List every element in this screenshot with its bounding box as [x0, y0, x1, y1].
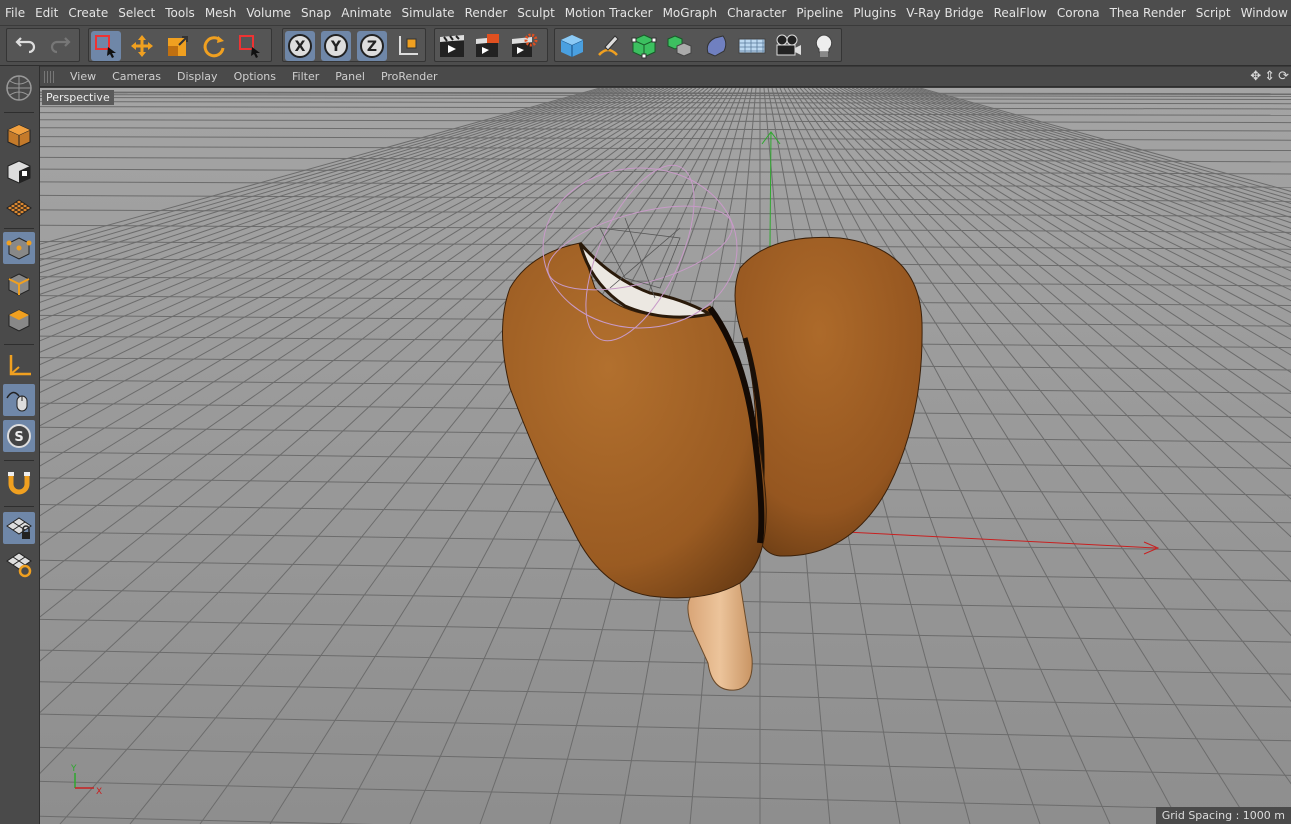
- menu-bar: File Edit Create Select Tools Mesh Volume Snap A…: [0, 0, 1291, 26]
- main-toolbar: X Y Z: [0, 26, 1291, 66]
- viewport-navigation: ✥ ⇕ ⟳: [1250, 69, 1289, 85]
- axis-group: X Y Z: [282, 28, 426, 62]
- menu-character[interactable]: Character: [722, 0, 791, 26]
- edges-mode-icon[interactable]: [3, 268, 35, 300]
- viewport-menu: View Cameras Display Options Filter Panel ProR…: [62, 67, 446, 87]
- tool-group: [88, 28, 272, 62]
- viewport-menu-display[interactable]: Display: [169, 67, 226, 87]
- workplane-lock-icon[interactable]: [3, 512, 35, 544]
- axis-x-label: X: [96, 787, 102, 797]
- menu-select[interactable]: Select: [113, 0, 160, 26]
- svg-text:S: S: [14, 430, 23, 445]
- rotate-icon[interactable]: [199, 31, 229, 61]
- menu-create[interactable]: Create: [63, 0, 113, 26]
- perspective-viewport[interactable]: Y X Perspective Grid Spacing : 1000 m: [40, 88, 1291, 824]
- y-axis-label: Y: [330, 39, 342, 55]
- model-mode-icon[interactable]: [3, 120, 35, 152]
- left-palette: S: [0, 66, 40, 824]
- grip-icon[interactable]: [44, 70, 56, 83]
- viewport-label[interactable]: Perspective: [42, 90, 114, 105]
- menu-volume[interactable]: Volume: [241, 0, 296, 26]
- viewport-menu-cameras[interactable]: Cameras: [104, 67, 169, 87]
- z-axis-icon[interactable]: Z: [357, 31, 387, 61]
- menu-v-ray-bridge[interactable]: V-Ray Bridge: [901, 0, 988, 26]
- menu-mesh[interactable]: Mesh: [200, 0, 242, 26]
- menu-tools[interactable]: Tools: [160, 0, 200, 26]
- array-icon[interactable]: [665, 31, 695, 61]
- pan-icon[interactable]: ✥: [1250, 69, 1261, 85]
- menu-pipeline[interactable]: Pipeline: [791, 0, 848, 26]
- menu-plugins[interactable]: Plugins: [848, 0, 901, 26]
- x-axis-icon[interactable]: X: [285, 31, 315, 61]
- menu-render[interactable]: Render: [460, 0, 513, 26]
- workplane-icon[interactable]: [3, 192, 35, 224]
- axis-y-label: Y: [70, 764, 77, 774]
- viewport-menu-filter[interactable]: Filter: [284, 67, 327, 87]
- make-editable-icon[interactable]: [3, 72, 35, 104]
- render-view-icon[interactable]: [437, 31, 467, 61]
- menu-animate[interactable]: Animate: [336, 0, 396, 26]
- grid-spacing-readout: Grid Spacing : 1000 m: [1155, 807, 1291, 824]
- scene-canvas[interactable]: Y X: [40, 88, 1291, 824]
- menu-edit[interactable]: Edit: [30, 0, 63, 26]
- z-axis-label: Z: [367, 39, 377, 55]
- viewport-menu-options[interactable]: Options: [226, 67, 284, 87]
- menu-window[interactable]: Window: [1236, 0, 1291, 26]
- orbit-icon[interactable]: ⟳: [1278, 69, 1289, 85]
- recent-tools-icon[interactable]: [235, 31, 265, 61]
- menu-simulate[interactable]: Simulate: [397, 0, 460, 26]
- floor-icon[interactable]: [737, 31, 767, 61]
- light-icon[interactable]: [809, 31, 839, 61]
- move-icon[interactable]: [127, 31, 157, 61]
- dolly-icon[interactable]: ⇕: [1264, 69, 1275, 85]
- workplane-rotate-icon[interactable]: [3, 548, 35, 580]
- menu-snap[interactable]: Snap: [296, 0, 336, 26]
- deformer-icon[interactable]: [701, 31, 731, 61]
- live-selection-icon[interactable]: [91, 31, 121, 61]
- render-to-picture-viewer-icon[interactable]: [473, 31, 503, 61]
- viewport-menu-prorender[interactable]: ProRender: [373, 67, 446, 87]
- camera-icon[interactable]: [773, 31, 803, 61]
- polygons-mode-icon[interactable]: [3, 304, 35, 336]
- y-axis-icon[interactable]: Y: [321, 31, 351, 61]
- subdivision-icon[interactable]: [629, 31, 659, 61]
- viewport-menu-bar: View Cameras Display Options Filter Panel ProR…: [40, 67, 1291, 87]
- snap-icon[interactable]: [3, 466, 35, 498]
- menu-realflow[interactable]: RealFlow: [989, 0, 1052, 26]
- menu-corona[interactable]: Corona: [1052, 0, 1105, 26]
- x-axis-label: X: [295, 39, 306, 55]
- render-group: [434, 28, 548, 62]
- menu-script[interactable]: Script: [1191, 0, 1236, 26]
- object-group: [554, 28, 842, 62]
- menu-motion-tracker[interactable]: Motion Tracker: [560, 0, 658, 26]
- cube-icon[interactable]: [557, 31, 587, 61]
- menu-mograph[interactable]: MoGraph: [658, 0, 723, 26]
- axis-mode-icon[interactable]: [3, 350, 35, 382]
- solo-icon[interactable]: S: [3, 420, 35, 452]
- coordinate-system-icon[interactable]: [393, 31, 423, 61]
- menu-thea-render[interactable]: Thea Render: [1105, 0, 1191, 26]
- points-mode-icon[interactable]: [3, 232, 35, 264]
- pen-icon[interactable]: [593, 31, 623, 61]
- menu-file[interactable]: File: [0, 0, 30, 26]
- menu-sculpt[interactable]: Sculpt: [512, 0, 559, 26]
- viewport-menu-panel[interactable]: Panel: [327, 67, 373, 87]
- render-settings-icon[interactable]: [509, 31, 539, 61]
- redo-icon[interactable]: [45, 31, 75, 61]
- viewport-menu-view[interactable]: View: [62, 67, 104, 87]
- tweak-mode-icon[interactable]: [3, 384, 35, 416]
- texture-mode-icon[interactable]: [3, 156, 35, 188]
- scale-icon[interactable]: [163, 31, 193, 61]
- undo-icon[interactable]: [11, 31, 41, 61]
- undo-redo-group: [6, 28, 80, 62]
